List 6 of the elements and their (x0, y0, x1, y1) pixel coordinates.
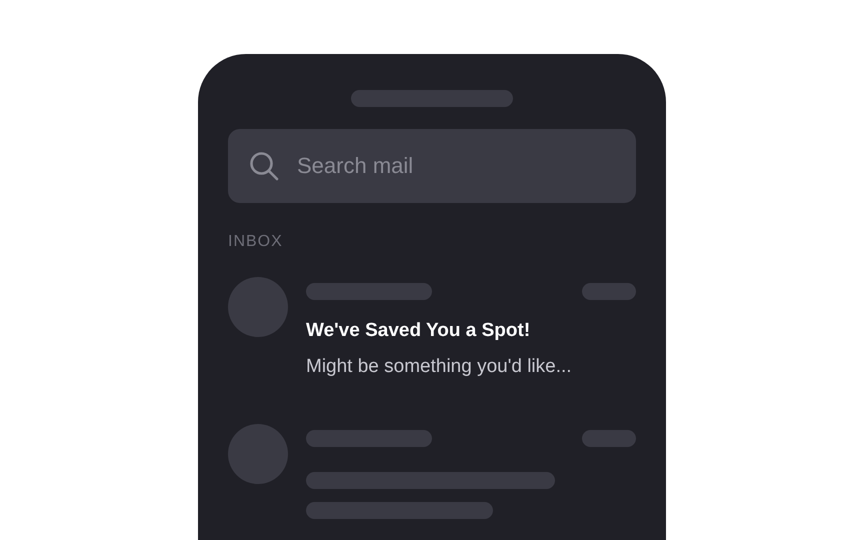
placeholder-bar (582, 283, 636, 300)
search-field[interactable]: Search mail (228, 129, 636, 203)
section-label: INBOX (228, 233, 283, 251)
placeholder-bar (582, 430, 636, 447)
message-title[interactable]: We've Saved You a Spot! (306, 320, 530, 342)
message-preview: Might be something you'd like... (306, 356, 572, 378)
